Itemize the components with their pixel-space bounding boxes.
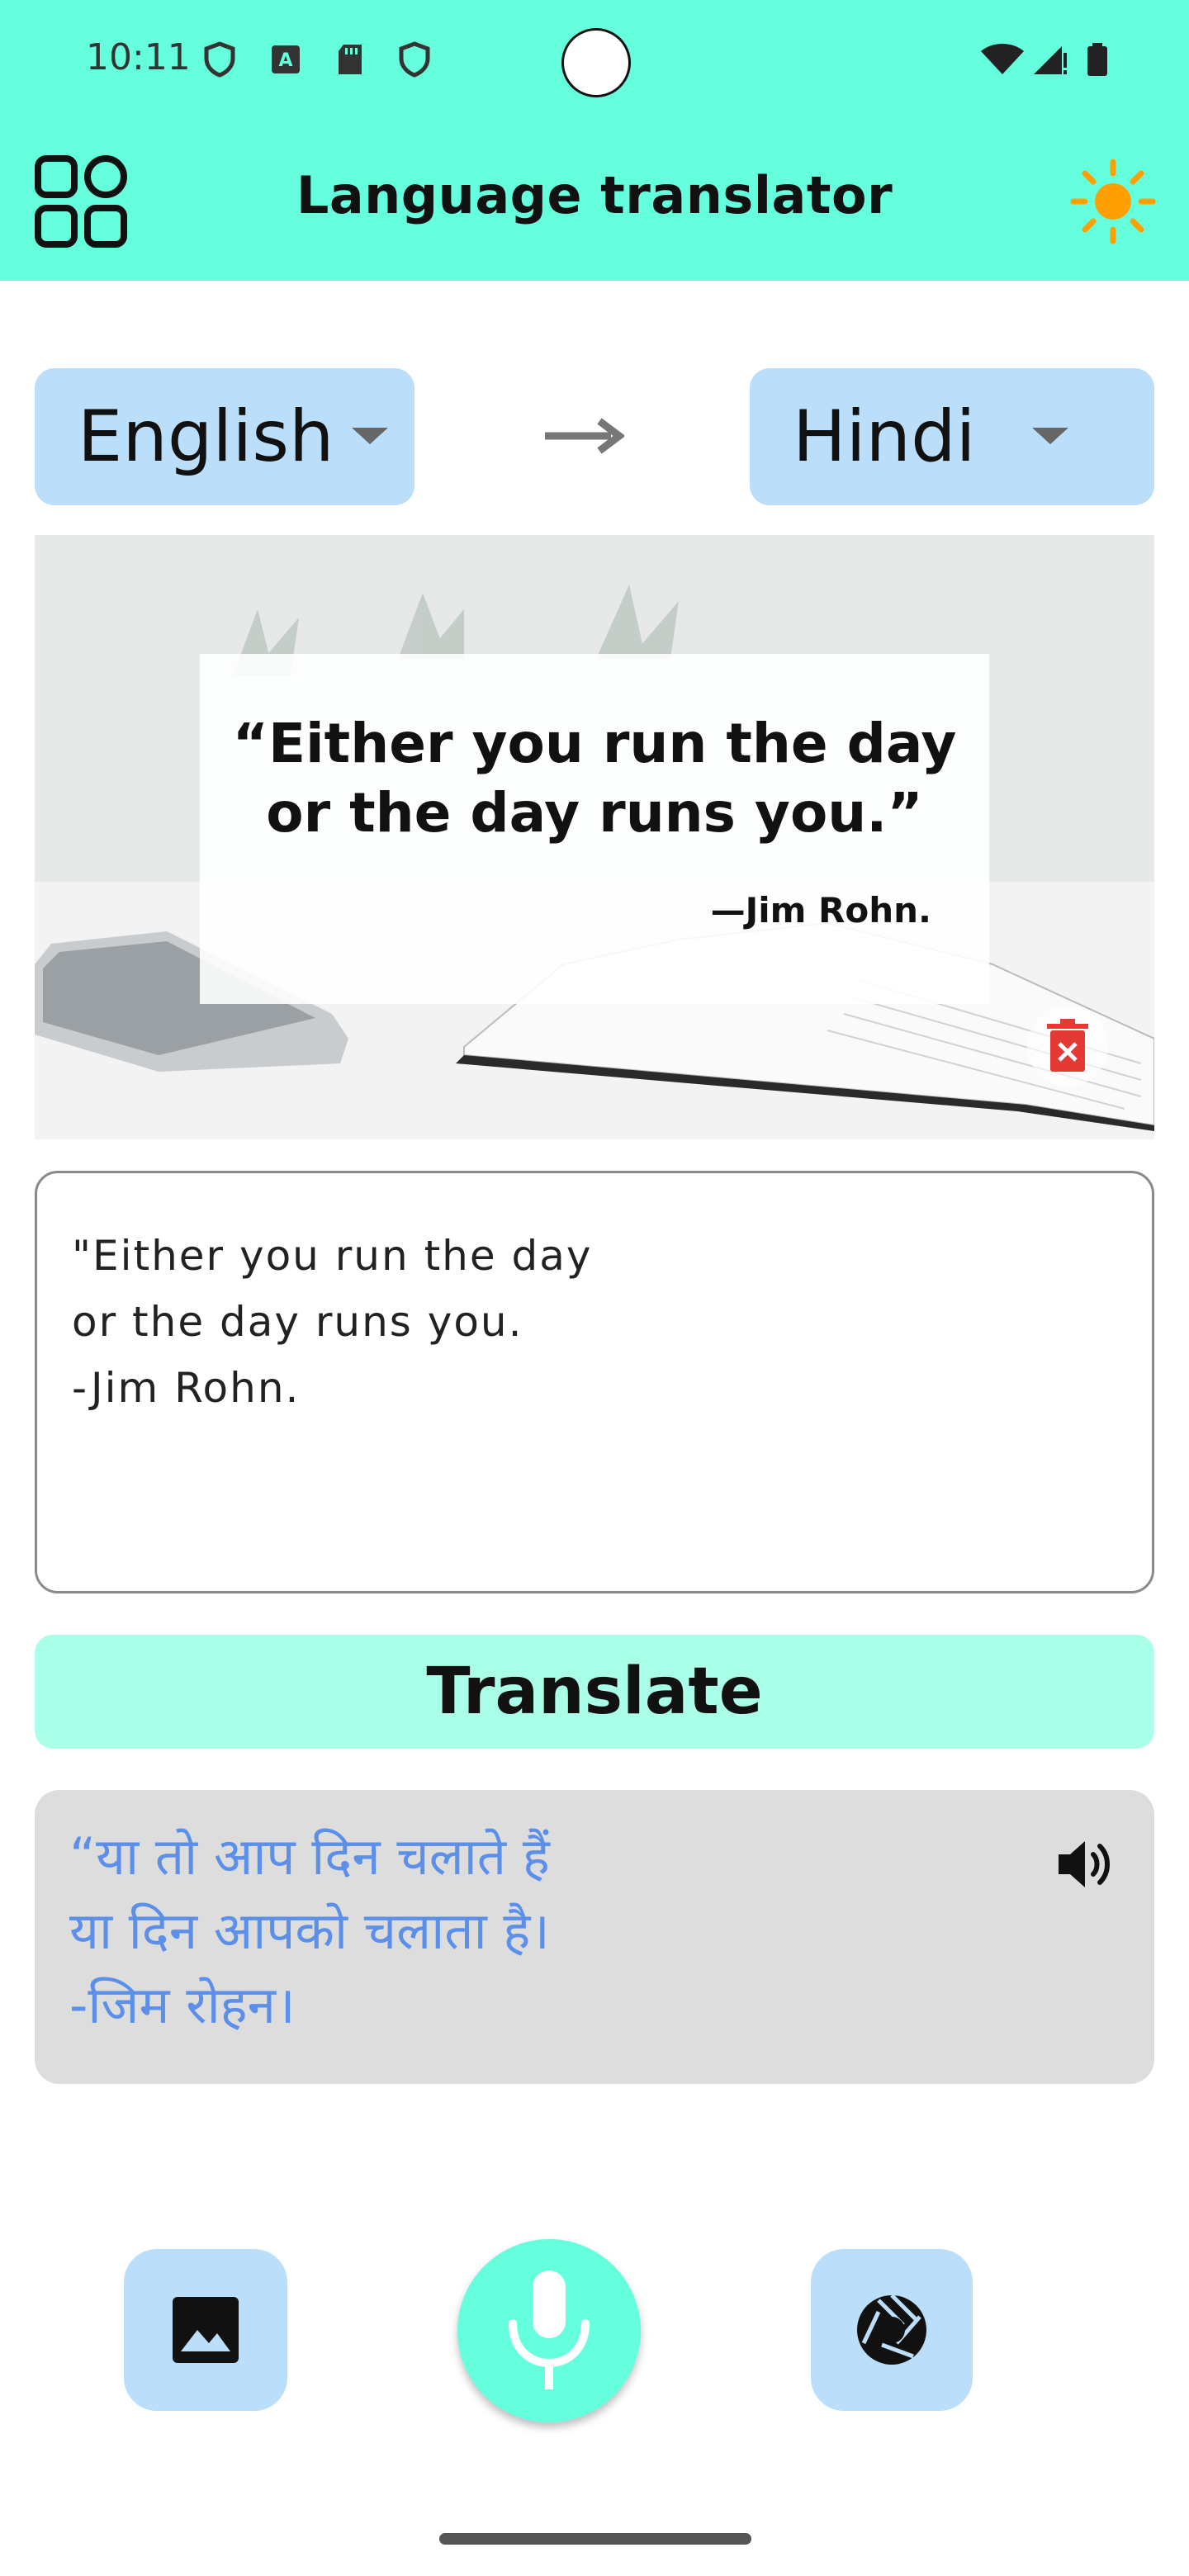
translation-line: “या तो आप दिन चलाते हैं	[69, 1826, 550, 1887]
status-bar: 10:11 A	[0, 0, 1189, 116]
chevron-down-icon	[352, 428, 388, 444]
source-text-line: "Either you run the day	[72, 1232, 593, 1280]
chevron-down-icon	[1032, 428, 1068, 444]
quote-line: or the day runs you.”	[266, 781, 923, 845]
source-language-label: English	[78, 395, 334, 478]
target-language-dropdown[interactable]: Hindi	[750, 368, 1154, 505]
camera-button[interactable]	[811, 2249, 973, 2411]
status-time: 10:11	[86, 36, 191, 78]
source-language-dropdown[interactable]: English	[35, 368, 414, 505]
page-title: Language translator	[296, 165, 893, 225]
translation-line: या दिन आपको चलाता है।	[69, 1901, 550, 1961]
home-indicator[interactable]	[439, 2533, 751, 2545]
svg-text:A: A	[278, 50, 292, 71]
source-text-input[interactable]: "Either you run the day or the day runs …	[35, 1171, 1154, 1593]
translate-button[interactable]: Translate	[35, 1635, 1154, 1749]
delete-image-button[interactable]	[1027, 1006, 1108, 1087]
sd-card-icon	[334, 41, 367, 78]
source-text-line: -Jim Rohn.	[72, 1364, 301, 1412]
microphone-icon	[503, 2269, 595, 2393]
camera-cutout	[561, 28, 631, 97]
quote-author: —Jim Rohn.	[710, 890, 931, 930]
sun-icon[interactable]	[1070, 159, 1156, 244]
battery-icon	[1085, 41, 1110, 78]
selected-image: “Either you run the day or the day runs …	[35, 535, 1154, 1139]
translation-line: -जिम रोहन।	[69, 1975, 296, 2035]
delete-icon	[1045, 1019, 1090, 1073]
image-icon	[171, 2295, 240, 2365]
shield-icon	[398, 41, 431, 78]
speaker-icon[interactable]	[1054, 1831, 1120, 1897]
microphone-button[interactable]	[457, 2239, 641, 2422]
quote-overlay: “Either you run the day or the day runs …	[200, 654, 989, 1004]
wifi-icon	[979, 41, 1026, 78]
translation-output: “या तो आप दिन चलाते हैं या दिन आपको चलात…	[35, 1790, 1154, 2084]
shield-icon	[203, 41, 236, 78]
quote-line: “Either you run the day	[232, 712, 957, 775]
app-header: 10:11 A Language translator	[0, 0, 1189, 281]
accessibility-a-icon: A	[269, 41, 302, 78]
signal-icon	[1030, 41, 1068, 78]
arrow-right-icon	[542, 413, 624, 459]
source-text-line: or the day runs you.	[72, 1298, 523, 1346]
camera-shutter-icon	[854, 2292, 930, 2368]
target-language-label: Hindi	[793, 395, 976, 478]
gallery-button[interactable]	[124, 2249, 287, 2411]
